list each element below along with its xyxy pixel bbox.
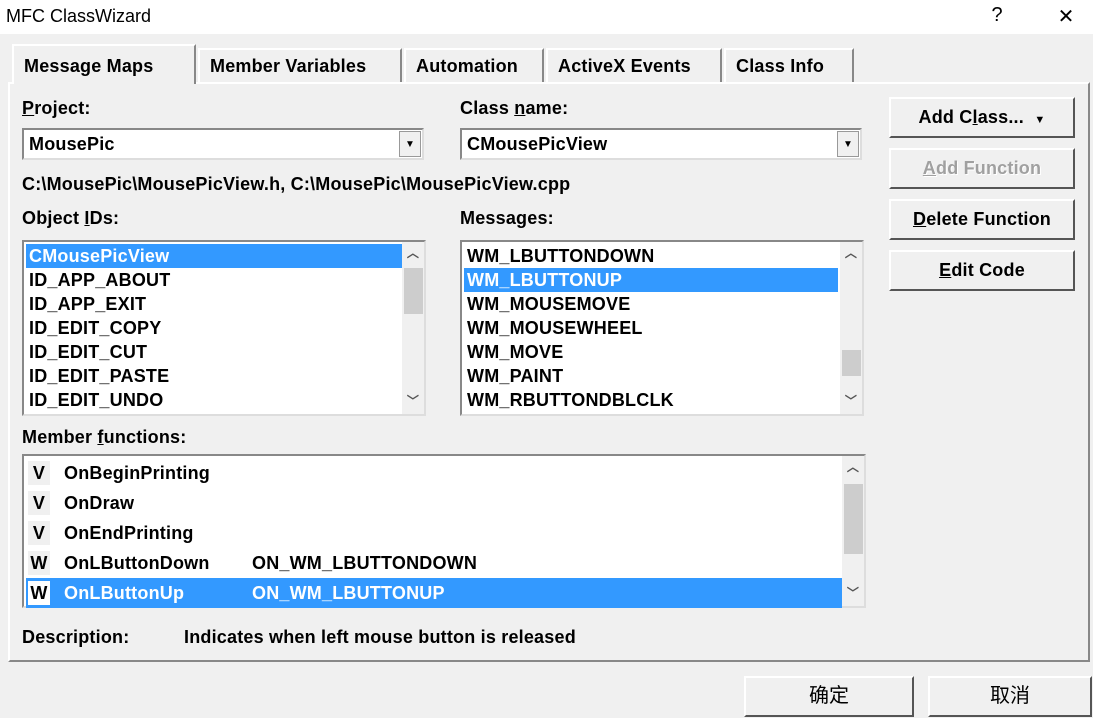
title-bar: MFC ClassWizard ? ✕ xyxy=(0,0,1093,34)
class-name-combo[interactable]: CMousePicView ▼ xyxy=(460,128,862,160)
chevron-up-icon[interactable]: ︿ xyxy=(402,244,424,264)
tab-member-variables[interactable]: Member Variables xyxy=(198,48,402,84)
scrollbar[interactable]: ︿ ﹀ xyxy=(842,456,864,606)
function-name: OnDraw xyxy=(64,493,135,513)
list-item[interactable]: CMousePicView xyxy=(26,244,402,268)
virtual-badge: V xyxy=(28,461,50,485)
chevron-up-icon[interactable]: ︿ xyxy=(842,458,864,478)
object-ids-list[interactable]: CMousePicView ID_APP_ABOUT ID_APP_EXIT I… xyxy=(22,240,426,416)
list-item[interactable]: ID_EDIT_CUT xyxy=(26,340,147,364)
tab-class-info[interactable]: Class Info xyxy=(724,48,854,84)
tab-automation[interactable]: Automation xyxy=(404,48,544,84)
message-badge: W xyxy=(28,581,50,605)
function-name: OnLButtonDown xyxy=(64,553,210,573)
messages-label: Messages: xyxy=(460,208,554,228)
list-item[interactable]: WM_PAINT xyxy=(464,364,563,388)
virtual-badge: V xyxy=(28,521,50,545)
chevron-up-icon[interactable]: ︿ xyxy=(840,244,862,264)
tab-activex-events[interactable]: ActiveX Events xyxy=(546,48,722,84)
scrollbar-thumb[interactable] xyxy=(844,484,863,554)
file-paths: C:\MousePic\MousePicView.h, C:\MousePic\… xyxy=(22,174,571,194)
list-item[interactable]: WM_LBUTTONUP xyxy=(464,268,838,292)
list-item[interactable]: WM_LBUTTONDOWN xyxy=(464,244,654,268)
list-item[interactable]: WM_RBUTTONDBLCLK xyxy=(464,388,674,412)
list-item[interactable]: ID_APP_EXIT xyxy=(26,292,146,316)
function-name: OnEndPrinting xyxy=(64,523,194,543)
list-item[interactable]: ID_EDIT_COPY xyxy=(26,316,161,340)
object-ids-label: Object IDs: xyxy=(22,208,120,228)
chevron-down-icon[interactable]: ﹀ xyxy=(402,392,424,412)
list-item[interactable]: V OnDraw xyxy=(26,488,842,518)
chevron-down-icon[interactable]: ﹀ xyxy=(840,392,862,412)
project-combo[interactable]: MousePic ▼ xyxy=(22,128,424,160)
add-function-button[interactable]: Add Function xyxy=(889,148,1075,189)
close-button[interactable]: ✕ xyxy=(1046,4,1086,29)
scrollbar-thumb[interactable] xyxy=(404,268,423,314)
member-functions-list[interactable]: V OnBeginPrinting V OnDraw V OnEndPrinting … xyxy=(22,454,866,608)
dropdown-arrow-icon: ▼ xyxy=(1034,114,1046,126)
virtual-badge: V xyxy=(28,491,50,515)
description-text: Indicates when left mouse button is rele… xyxy=(184,627,576,647)
class-name-label: Class name: xyxy=(460,98,569,118)
member-functions-label: Member functions: xyxy=(22,427,187,447)
help-button[interactable]: ? xyxy=(977,4,1017,27)
function-macro: ON_WM_LBUTTONUP xyxy=(252,583,445,603)
list-item[interactable]: WM_MOUSEWHEEL xyxy=(464,316,643,340)
messages-list[interactable]: WM_LBUTTONDOWN WM_LBUTTONUP WM_MOUSEMOVE… xyxy=(460,240,864,416)
cancel-button[interactable]: 取消 xyxy=(928,676,1092,717)
scrollbar[interactable]: ︿ ﹀ xyxy=(840,242,862,414)
tab-message-maps[interactable]: Message Maps xyxy=(12,44,196,84)
project-label: Project: xyxy=(22,98,91,118)
function-name: OnBeginPrinting xyxy=(64,463,210,483)
list-item[interactable]: ID_EDIT_UNDO xyxy=(26,388,163,412)
function-macro: ON_WM_LBUTTONDOWN xyxy=(252,553,478,573)
list-item[interactable]: WM_MOVE xyxy=(464,340,563,364)
add-class-button[interactable]: Add Class... ▼ xyxy=(889,97,1075,138)
list-item[interactable]: V OnEndPrinting xyxy=(26,518,842,548)
scrollbar[interactable]: ︿ ﹀ xyxy=(402,242,424,414)
description-label: Description: xyxy=(22,627,130,647)
ok-button[interactable]: 确定 xyxy=(744,676,914,717)
chevron-down-icon[interactable]: ﹀ xyxy=(842,584,864,604)
edit-code-button[interactable]: Edit Code xyxy=(889,250,1075,291)
class-name-value: CMousePicView xyxy=(467,134,608,154)
delete-function-button[interactable]: Delete Function xyxy=(889,199,1075,240)
list-item[interactable]: WM_MOUSEMOVE xyxy=(464,292,630,316)
message-badge: W xyxy=(28,551,50,575)
chevron-down-icon[interactable]: ▼ xyxy=(837,131,859,157)
window-title: MFC ClassWizard xyxy=(6,6,152,26)
list-item[interactable]: V OnBeginPrinting xyxy=(26,458,842,488)
chevron-down-icon[interactable]: ▼ xyxy=(399,131,421,157)
project-value: MousePic xyxy=(29,134,115,154)
list-item[interactable]: W OnLButtonUp ON_WM_LBUTTONUP xyxy=(26,578,842,608)
list-item[interactable]: ID_EDIT_PASTE xyxy=(26,364,169,388)
list-item[interactable]: ID_APP_ABOUT xyxy=(26,268,170,292)
list-item[interactable]: W OnLButtonDown ON_WM_LBUTTONDOWN xyxy=(26,548,842,578)
function-name: OnLButtonUp xyxy=(64,583,185,603)
scrollbar-thumb[interactable] xyxy=(842,350,861,376)
